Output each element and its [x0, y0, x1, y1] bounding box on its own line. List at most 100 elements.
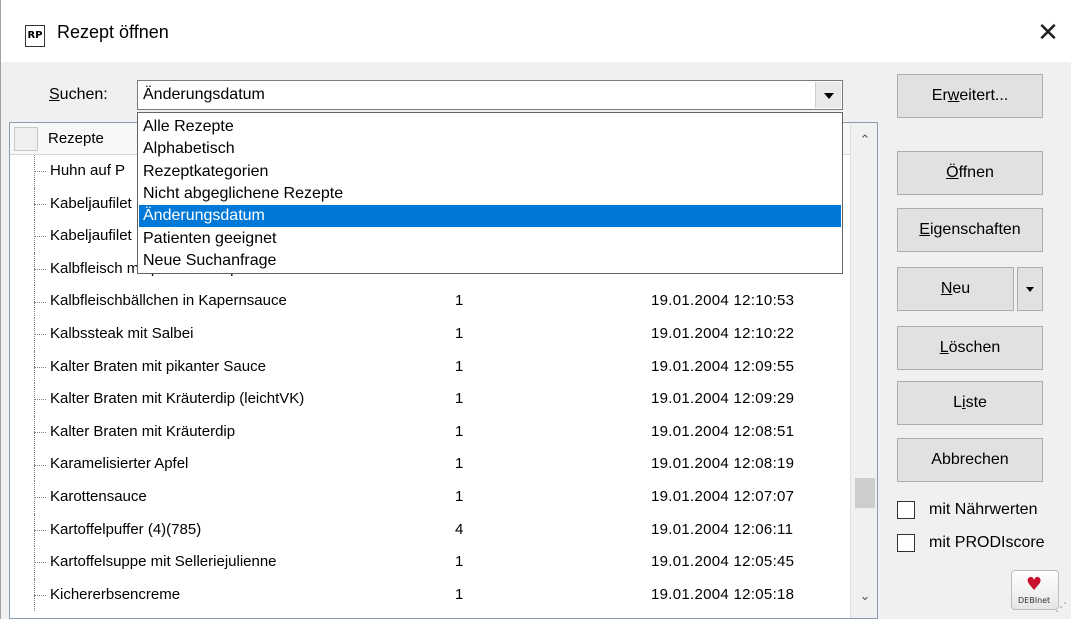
search-combobox-value: Änderungsdatum [143, 86, 265, 103]
recipe-date: 19.01.2004 12:06:11 [651, 520, 794, 538]
naehrwerte-checkbox[interactable] [897, 501, 915, 519]
debinet-logo-text: DEBInet [1018, 596, 1051, 605]
eigenschaften-accel: E [919, 221, 930, 238]
column-header-rezepte[interactable]: Rezepte [48, 130, 104, 147]
recipe-name: Kalbssteak mit Salbei [50, 324, 194, 342]
recipe-date: 19.01.2004 12:09:29 [651, 390, 795, 408]
search-dropdown-list: Alle Rezepte Alphabetisch Rezeptkategorien… [137, 112, 843, 274]
neu-dropdown-arrow-icon[interactable] [1017, 267, 1043, 311]
recipe-date: 19.01.2004 12:10:22 [651, 324, 795, 342]
dropdown-option[interactable]: Neue Suchanfrage [139, 250, 841, 272]
loeschen-button[interactable]: Löschen [897, 326, 1043, 370]
prodiscore-checkbox[interactable] [897, 534, 915, 552]
recipe-name: Kalter Braten mit Kräuterdip [50, 422, 236, 440]
recipe-name: Kartoffelpuffer (4)(785) [50, 520, 202, 538]
window-title: Rezept öffnen [57, 22, 169, 42]
naehrwerte-label: mit Nährwerten [929, 501, 1038, 518]
erweitert-post: eitert... [959, 87, 1009, 104]
tree-connector [34, 366, 46, 368]
rezept-oeffnen-dialog: RP Rezept öffnen ✕ Suchen: Änderungsdatu… [0, 0, 1071, 619]
recipe-count: 1 [455, 487, 464, 505]
recipe-date: 19.01.2004 12:05:45 [651, 553, 795, 571]
tree-connector [34, 301, 46, 303]
tree-connector [34, 497, 46, 499]
recipe-name: Kartoffelsuppe mit Selleriejulienne [50, 553, 277, 571]
table-row[interactable]: Kalter Braten mit Kräuterdip (leichtVK) 1… [10, 383, 850, 416]
recipe-date: 19.01.2004 12:10:53 [651, 292, 795, 310]
neu-post: eu [952, 280, 971, 297]
eigenschaften-button[interactable]: Eigenschaften [897, 208, 1043, 252]
recipe-name: Kalter Braten mit Kräuterdip (leichtVK) [50, 390, 305, 408]
tree-connector [34, 464, 46, 466]
table-row[interactable]: Kartoffelsuppe mit Selleriejulienne 1 19.0… [10, 546, 850, 579]
prodiscore-label: mit PRODIscore [929, 534, 1045, 551]
dropdown-option[interactable]: Alphabetisch [139, 138, 841, 160]
recipe-count: 1 [455, 324, 464, 342]
tree-connector [34, 334, 46, 336]
vertical-scrollbar[interactable]: ⌃ ⌄ [850, 123, 877, 618]
chevron-down-icon[interactable]: ⌄ [851, 585, 877, 609]
recipe-name: Kabeljaufilet [50, 227, 132, 245]
recipe-date: 19.01.2004 12:05:18 [651, 585, 795, 603]
close-button[interactable]: ✕ [1031, 16, 1065, 50]
dropdown-option[interactable]: Nicht abgeglichene Rezepte [139, 183, 841, 205]
tree-connector [34, 595, 46, 597]
recipe-name: Karamelisierter Apfel [50, 455, 189, 473]
tree-connector [34, 432, 46, 434]
recipe-name: Kalter Braten mit pikanter Sauce [50, 357, 266, 375]
debinet-logo-icon: ♥ [1026, 574, 1043, 595]
erweitert-accel: w [947, 87, 960, 104]
liste-pre: L [953, 394, 962, 411]
recipe-name: Kichererbsencreme [50, 585, 181, 603]
search-label-accel: S [49, 86, 60, 103]
resize-grip-icon[interactable]: ⋰ [1055, 600, 1069, 614]
recipe-name: Kalbfleischbällchen in Kapernsauce [50, 292, 287, 310]
recipe-count: 1 [455, 585, 464, 603]
chevron-up-icon[interactable]: ⌃ [851, 129, 877, 153]
table-row[interactable]: Karottensauce 1 19.01.2004 12:07:07 [10, 480, 850, 514]
dropdown-option[interactable]: Patienten geeignet [139, 228, 841, 250]
recipe-date: 19.01.2004 12:08:19 [651, 455, 795, 473]
chevron-down-icon[interactable] [815, 82, 841, 108]
recipe-count: 1 [455, 292, 464, 310]
recipe-name: Karottensauce [50, 487, 147, 505]
close-icon: ✕ [1037, 18, 1059, 48]
search-label: Suchen: [49, 86, 108, 104]
tree-connector [34, 269, 46, 271]
debinet-button[interactable]: ♥ DEBInet [1011, 570, 1059, 610]
oeffnen-button[interactable]: Öffnen [897, 151, 1043, 195]
recipe-date: 19.01.2004 12:08:51 [651, 422, 795, 440]
recipe-count: 1 [455, 553, 464, 571]
table-row[interactable]: Kalter Braten mit Kräuterdip 1 19.01.2004 … [10, 415, 850, 449]
recipe-count: 1 [455, 455, 464, 473]
dropdown-option[interactable]: Änderungsdatum [139, 205, 841, 228]
liste-button[interactable]: Liste [897, 381, 1043, 425]
erweitert-button[interactable]: Erweitert... [897, 74, 1043, 118]
loeschen-accel: L [939, 339, 949, 356]
tree-connector [34, 399, 46, 401]
dropdown-option[interactable]: Alle Rezepte [139, 116, 841, 138]
scrollbar-thumb[interactable] [855, 478, 875, 508]
neu-accel: N [940, 280, 953, 297]
table-row[interactable]: Kalbssteak mit Salbei 1 19.01.2004 12:10:2… [10, 317, 850, 351]
title-bar: RP Rezept öffnen ✕ [1, 0, 1071, 62]
oeffnen-accel: Ö [946, 164, 959, 181]
table-row[interactable]: Kartoffelpuffer (4)(785) 4 19.01.2004 12:0… [10, 513, 850, 547]
table-row[interactable]: Kalbfleischbällchen in Kapernsauce 1 19.01… [10, 285, 850, 318]
tree-connector [34, 529, 46, 531]
table-row[interactable]: Kichererbsencreme 1 19.01.2004 12:05:18 [10, 578, 850, 612]
tree-connector [34, 562, 46, 564]
select-all-corner[interactable] [14, 127, 38, 151]
table-row[interactable]: Karamelisierter Apfel 1 19.01.2004 12:08:1… [10, 448, 850, 481]
tree-connector [34, 236, 46, 238]
oeffnen-post: ffnen [958, 164, 994, 181]
table-row[interactable]: Kalter Braten mit pikanter Sauce 1 19.01.2… [10, 350, 850, 384]
abbrechen-button[interactable]: Abbrechen [897, 438, 1043, 482]
search-combobox[interactable]: Änderungsdatum [137, 80, 843, 110]
erweitert-pre: Er [931, 87, 948, 104]
neu-button[interactable]: Neu [897, 267, 1014, 311]
recipe-count: 4 [455, 520, 464, 538]
recipe-name: Huhn auf P [50, 162, 126, 179]
dropdown-option[interactable]: Rezeptkategorien [139, 161, 841, 183]
recipe-count: 1 [455, 357, 464, 375]
